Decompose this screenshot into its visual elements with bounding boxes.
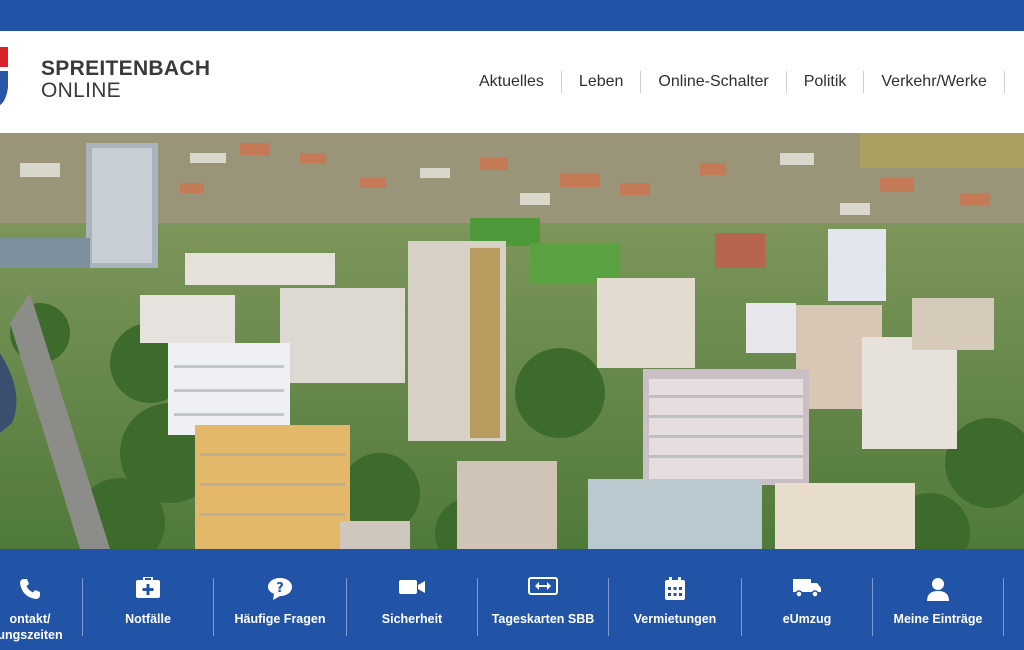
quick-link-divider (741, 578, 742, 636)
quick-link-label: Häufige Fragen (234, 612, 326, 626)
quick-link-label: ontakt/ (9, 612, 51, 626)
quick-links-bar: ontakt/ ungszeiten Notfälle ? Häufige Fr… (0, 549, 1024, 650)
question-bubble-icon: ? (215, 577, 345, 603)
nav-item-online-schalter[interactable]: Online-Schalter (641, 71, 785, 93)
video-camera-icon (348, 577, 476, 603)
quick-link-divider (213, 578, 214, 636)
nav-item-verkehr-werke[interactable]: Verkehr/Werke (864, 71, 1004, 93)
calendar-icon (610, 577, 740, 603)
quick-link-meine-eintraege[interactable]: Meine Einträge (874, 549, 1002, 650)
quick-link-label: Notfälle (125, 612, 171, 626)
quick-link-divider (346, 578, 347, 636)
quick-link-notfaelle[interactable]: Notfälle (84, 549, 212, 650)
main-navigation: Aktuelles Leben Online-Schalter Politik … (462, 71, 1005, 93)
site-logo-text[interactable]: SPREITENBACH ONLINE (41, 58, 210, 102)
quick-link-divider (608, 578, 609, 636)
hero-image (0, 133, 1024, 549)
svg-text:?: ? (276, 581, 284, 596)
first-aid-icon (84, 577, 212, 603)
user-icon (874, 577, 1002, 603)
quick-link-label: Sicherheit (381, 612, 443, 626)
quick-link-vermietungen[interactable]: Vermietungen (610, 549, 740, 650)
quick-link-tageskarten-sbb[interactable]: Tageskarten SBB (479, 549, 607, 650)
quick-link-label: ungszeiten (0, 628, 63, 642)
crest-logo-icon[interactable] (0, 47, 8, 105)
quick-link-eumzug[interactable]: eUmzug (743, 549, 871, 650)
nav-divider (1003, 71, 1005, 93)
quick-link-divider (1003, 578, 1004, 636)
quick-link-label: Tageskarten SBB (491, 612, 595, 626)
quick-link-divider (477, 578, 478, 636)
nav-item-leben[interactable]: Leben (562, 71, 641, 93)
aerial-city-illustration (0, 133, 1024, 549)
phone-icon (0, 577, 80, 603)
quick-link-label: Vermietungen (633, 612, 717, 626)
truck-icon (743, 577, 871, 603)
quick-link-label: Meine Einträge (893, 612, 983, 626)
quick-link-divider (82, 578, 83, 636)
top-bar (0, 0, 1024, 31)
brand-subtitle: ONLINE (41, 79, 121, 102)
nav-item-aktuelles[interactable]: Aktuelles (462, 71, 561, 93)
quick-link-haeufige-fragen[interactable]: ? Häufige Fragen (215, 549, 345, 650)
quick-link-sicherheit[interactable]: Sicherheit (348, 549, 476, 650)
quick-link-label: eUmzug (782, 612, 832, 626)
quick-link-divider (872, 578, 873, 636)
brand-name: SPREITENBACH (41, 57, 211, 80)
ticket-icon (479, 577, 607, 603)
nav-item-politik[interactable]: Politik (787, 71, 864, 93)
quick-link-kontakt[interactable]: ontakt/ ungszeiten (0, 549, 80, 650)
